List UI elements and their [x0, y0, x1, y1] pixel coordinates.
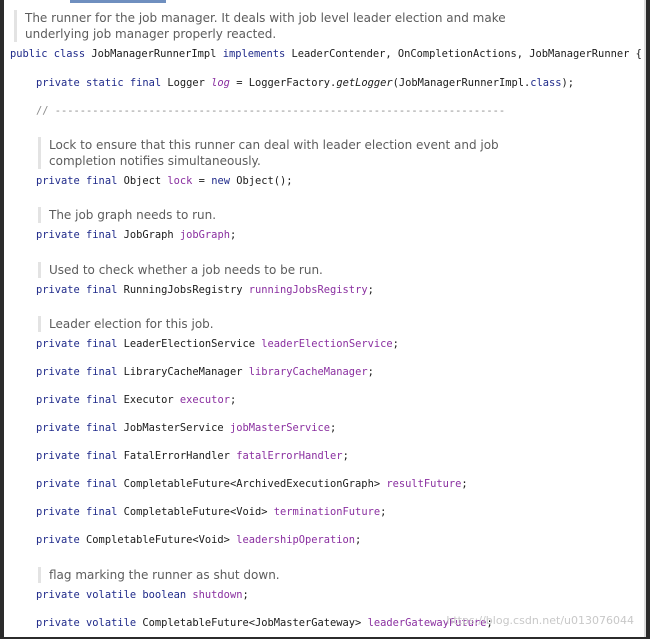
method-name: getLogger — [336, 77, 393, 89]
shutdown-doc-comment: flag marking the runner as shut down. — [38, 567, 280, 583]
field-name: executor — [179, 394, 230, 406]
doc-line: Leader election for this job. — [49, 317, 214, 331]
modifiers: private final — [36, 450, 124, 462]
result-field: private final CompletableFuture<Archived… — [36, 477, 468, 491]
code-text: ; — [367, 366, 374, 378]
doc-line: Used to check whether a job needs to be … — [49, 263, 323, 277]
field-name: jobMasterService — [229, 422, 331, 434]
shutdown-field: private volatile boolean shutdown; — [36, 588, 249, 602]
keyword: class — [530, 77, 562, 89]
doc-line: completion notifies simultaneously. — [49, 154, 261, 168]
election-field: private final LeaderElectionService lead… — [36, 337, 399, 351]
doc-line: flag marking the runner as shut down. — [49, 568, 280, 582]
doc-line: The runner for the job manager. It deals… — [25, 11, 506, 25]
modifiers: private final — [36, 422, 124, 434]
leadership-field: private CompletableFuture<Void> leadersh… — [36, 533, 361, 547]
field-type: Logger — [167, 77, 212, 89]
field-name: shutdown — [192, 589, 243, 601]
executor-field: private final Executor executor; — [36, 393, 236, 407]
code-text: (JobManagerRunnerImpl. — [392, 77, 531, 89]
code-text: ; — [229, 229, 237, 241]
doc-line: The job graph needs to run. — [49, 208, 217, 222]
field-name: log — [211, 77, 230, 89]
class-name: JobManagerRunnerImpl — [91, 48, 223, 60]
field-name: terminationFuture — [273, 506, 381, 518]
gateway-field: private volatile CompletableFuture<JobMa… — [36, 616, 493, 630]
code-text: ; — [355, 534, 362, 546]
field-type: CompletableFuture<JobMasterGateway> — [142, 617, 368, 629]
field-name: leadershipOperation — [236, 534, 356, 546]
code-text: ); — [561, 77, 575, 89]
logger-field: private static final Logger log = Logger… — [36, 76, 574, 90]
modifiers: private final — [36, 478, 124, 490]
jobgraph-doc-comment: The job graph needs to run. — [38, 207, 216, 223]
code-text: ; — [367, 284, 374, 296]
watermark: https://blog.csdn.net/u013076044 — [446, 614, 634, 627]
registry-field: private final RunningJobsRegistry runnin… — [36, 283, 374, 297]
doc-line: Lock to ensure that this runner can deal… — [49, 138, 499, 152]
code-text: ; — [229, 394, 237, 406]
modifiers: private volatile boolean — [36, 589, 193, 601]
code-text: ; — [342, 450, 349, 462]
class-doc-comment: The runner for the job manager. It deals… — [14, 10, 506, 42]
interfaces: LeaderContender, OnCompletionActions, Jo… — [291, 48, 642, 60]
field-name: resultFuture — [386, 478, 462, 490]
election-doc-comment: Leader election for this job. — [38, 316, 214, 332]
field-name: leaderElectionService — [261, 338, 393, 350]
keyword: public class — [10, 48, 92, 60]
code-text: Object(); — [236, 175, 293, 187]
lock-field: private final Object lock = new Object()… — [36, 174, 293, 188]
keyword: implements — [222, 48, 292, 60]
field-type: LeaderElectionService — [123, 338, 262, 350]
modifiers: private final — [36, 506, 124, 518]
modifiers: private — [36, 534, 87, 546]
modifiers: private static final — [36, 77, 168, 89]
lock-doc-comment: Lock to ensure that this runner can deal… — [38, 137, 499, 169]
code-text: = — [192, 175, 212, 187]
field-type: RunningJobsRegistry — [123, 284, 249, 296]
code-text: ; — [242, 589, 249, 601]
code-text: ; — [330, 422, 337, 434]
field-type: JobGraph — [123, 229, 180, 241]
modifiers: private final — [36, 175, 124, 187]
field-type: CompletableFuture<Void> — [86, 534, 237, 546]
fatal-field: private final FatalErrorHandler fatalErr… — [36, 449, 349, 463]
field-type: LibraryCacheManager — [123, 366, 249, 378]
field-type: CompletableFuture<ArchivedExecutionGraph… — [123, 478, 387, 490]
code-text: ; — [461, 478, 468, 490]
keyword: new — [211, 175, 237, 187]
field-type: Object — [123, 175, 168, 187]
jobgraph-field: private final JobGraph jobGraph; — [36, 228, 236, 242]
cache-field: private final LibraryCacheManager librar… — [36, 365, 374, 379]
field-name: runningJobsRegistry — [248, 284, 368, 296]
code-text: ; — [392, 338, 399, 350]
separator-comment: // -------------------------------------… — [36, 105, 506, 117]
modifiers: private volatile — [36, 617, 143, 629]
field-type: Executor — [123, 394, 180, 406]
class-declaration: public class JobManagerRunnerImpl implem… — [10, 47, 642, 61]
termination-field: private final CompletableFuture<Void> te… — [36, 505, 386, 519]
field-type: JobMasterService — [123, 422, 230, 434]
active-tab-indicator — [70, 0, 166, 3]
modifiers: private final — [36, 229, 124, 241]
field-name: fatalErrorHandler — [236, 450, 343, 462]
code-viewer: The runner for the job manager. It deals… — [4, 0, 646, 637]
field-name: jobGraph — [179, 229, 230, 241]
jobmaster-field: private final JobMasterService jobMaster… — [36, 421, 336, 435]
modifiers: private final — [36, 366, 124, 378]
registry-doc-comment: Used to check whether a job needs to be … — [38, 262, 323, 278]
modifiers: private final — [36, 284, 124, 296]
modifiers: private final — [36, 338, 124, 350]
doc-line: underlying job manager properly reacted. — [25, 27, 277, 41]
code-text: ; — [380, 506, 387, 518]
code-text: = LoggerFactory. — [229, 77, 337, 89]
modifiers: private final — [36, 394, 124, 406]
field-type: CompletableFuture<Void> — [123, 506, 274, 518]
field-name: lock — [167, 175, 193, 187]
field-name: libraryCacheManager — [248, 366, 368, 378]
field-type: FatalErrorHandler — [123, 450, 237, 462]
